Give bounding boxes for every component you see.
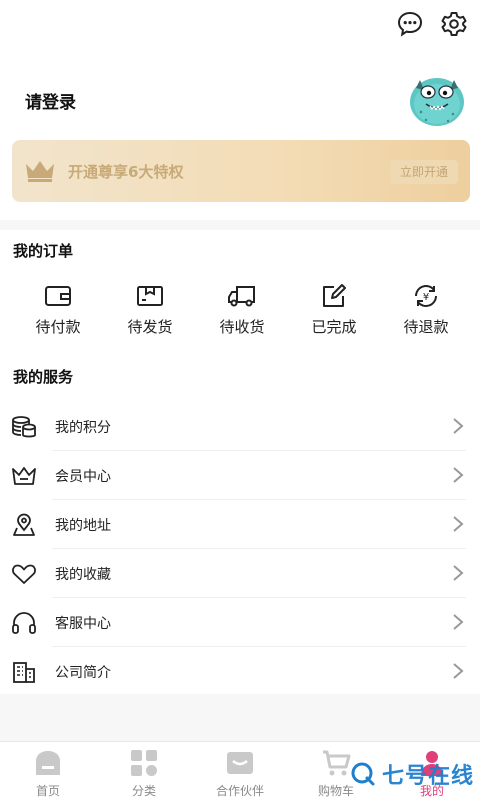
headset-icon (11, 610, 37, 636)
avatar[interactable] (406, 66, 468, 128)
chevron-right-icon (452, 466, 464, 484)
vip-promo-text: 开通尊享6大特权 (68, 163, 184, 181)
tab-label: 首页 (35, 784, 60, 798)
refund-icon: ¥ (411, 282, 441, 310)
order-pending-shipment[interactable]: 待发货 (104, 282, 196, 342)
heart-icon (11, 561, 37, 587)
order-pending-payment[interactable]: 待付款 (12, 282, 104, 342)
order-label: 待发货 (127, 318, 173, 336)
coins-icon (11, 414, 37, 440)
message-icon[interactable] (394, 8, 426, 40)
tab-label: 购物车 (317, 784, 354, 798)
top-actions (394, 8, 470, 40)
partner-icon (225, 748, 255, 778)
watermark-logo-icon (350, 761, 376, 787)
vip-activate-button[interactable]: 立即开通 (389, 160, 458, 184)
crown-icon (24, 158, 56, 184)
package-icon (135, 282, 165, 310)
tab-home[interactable]: 首页 (0, 742, 96, 800)
service-label: 公司简介 (55, 665, 111, 681)
location-icon (11, 512, 37, 538)
category-icon (129, 748, 159, 778)
service-label: 我的收藏 (55, 567, 111, 583)
services-section-title: 我的服务 (13, 368, 74, 386)
truck-icon (227, 282, 257, 310)
chevron-right-icon (452, 417, 464, 435)
vip-banner[interactable]: 开通尊享6大特权 立即开通 (12, 140, 470, 202)
order-pending-refund[interactable]: ¥ 待退款 (380, 282, 472, 342)
home-icon (33, 748, 63, 778)
service-list: 我的积分 会员中心 我的地址 我的收藏 客服中心 公司简介 (0, 402, 480, 696)
wallet-icon (43, 282, 73, 310)
watermark: 七号在线 (350, 758, 474, 790)
service-label: 我的积分 (55, 420, 111, 436)
chevron-right-icon (452, 613, 464, 631)
order-label: 待收货 (219, 318, 265, 336)
order-label: 已完成 (311, 318, 357, 336)
building-icon (11, 659, 37, 685)
order-completed[interactable]: 已完成 (288, 282, 380, 342)
chevron-right-icon (452, 515, 464, 533)
cart-icon (321, 748, 351, 778)
svg-text:¥: ¥ (423, 292, 429, 303)
service-item-membership[interactable]: 会员中心 (0, 451, 480, 500)
service-item-address[interactable]: 我的地址 (0, 500, 480, 549)
service-label: 客服中心 (55, 616, 111, 632)
order-pending-receipt[interactable]: 待收货 (196, 282, 288, 342)
login-prompt[interactable]: 请登录 (25, 88, 76, 113)
service-item-points[interactable]: 我的积分 (0, 402, 480, 451)
orders-section-title: 我的订单 (13, 242, 74, 260)
order-label: 待付款 (35, 318, 81, 336)
chevron-right-icon (452, 662, 464, 680)
edit-icon (319, 282, 349, 310)
tab-category[interactable]: 分类 (96, 742, 192, 800)
tab-partner[interactable]: 合作伙伴 (192, 742, 288, 800)
service-item-company-profile[interactable]: 公司简介 (0, 647, 480, 696)
main-panel: 我的订单 待付款 待发货 待收货 已完成 ¥ 待退款 我的服务 我的积分 会员中… (0, 230, 480, 694)
service-label: 会员中心 (55, 469, 111, 485)
tab-label: 合作伙伴 (215, 784, 264, 798)
settings-gear-icon[interactable] (438, 8, 470, 40)
chevron-right-icon (452, 564, 464, 582)
tab-label: 分类 (131, 784, 156, 798)
order-status-row: 待付款 待发货 待收货 已完成 ¥ 待退款 (0, 282, 480, 342)
order-label: 待退款 (403, 318, 449, 336)
watermark-text: 七号在线 (381, 764, 474, 789)
service-item-favorites[interactable]: 我的收藏 (0, 549, 480, 598)
crown-icon (11, 463, 37, 489)
service-label: 我的地址 (55, 518, 111, 534)
profile-header: 请登录 开通尊享6大特权 立即开通 (0, 0, 480, 220)
service-item-customer-service[interactable]: 客服中心 (0, 598, 480, 647)
